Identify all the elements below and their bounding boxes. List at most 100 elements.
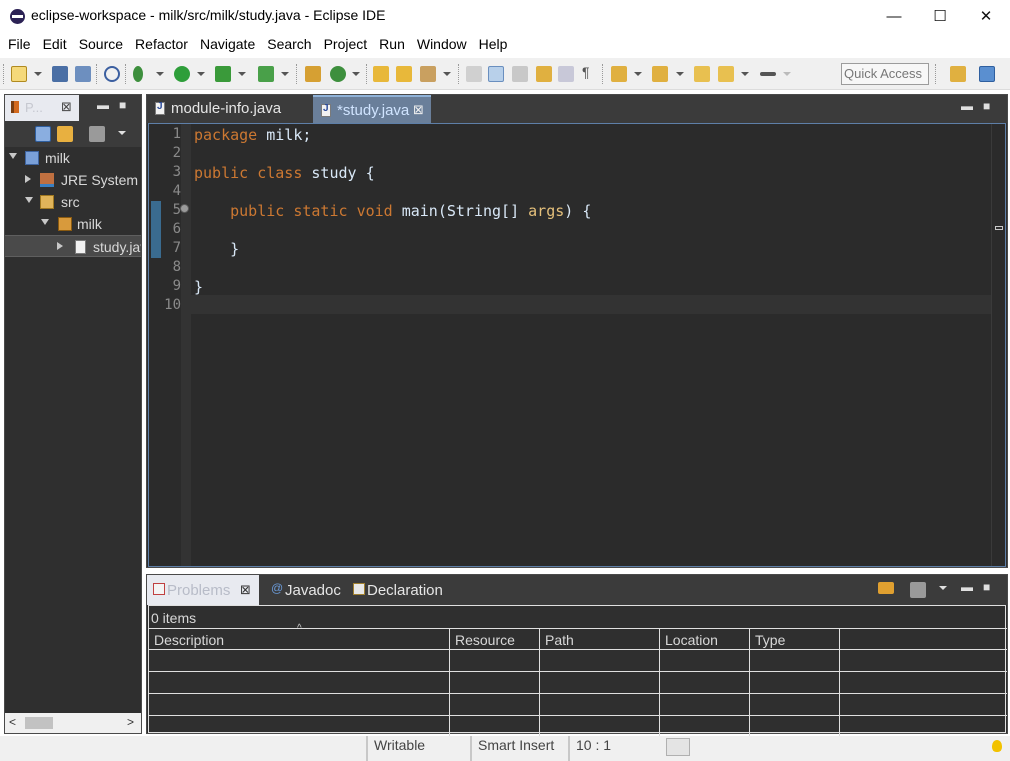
column-type[interactable]: Type [750,628,840,650]
open-type-icon[interactable] [373,66,389,82]
menu-source[interactable]: Source [73,36,129,52]
minimize-button[interactable]: — [871,0,917,32]
quick-access-input[interactable]: Quick Access [841,63,929,85]
scrollbar-thumb[interactable] [25,717,53,729]
close-window-button[interactable]: ✕ [963,0,1009,32]
forward-icon[interactable] [760,72,776,76]
code-text-area[interactable]: package milk; public class study { publi… [191,124,993,566]
view-menu-icon[interactable] [118,131,126,135]
collapse-arrow-icon[interactable] [57,242,63,250]
forward-dropdown-icon[interactable] [783,72,791,76]
collapse-all-icon[interactable] [35,126,51,142]
overview-marker[interactable] [995,226,1003,230]
open-perspective-icon[interactable] [950,66,966,82]
word-wrap-icon[interactable] [536,66,552,82]
external-tools-icon[interactable] [258,66,274,82]
new-java-class-icon[interactable] [330,66,346,82]
menu-edit[interactable]: Edit [37,36,73,52]
tree-item-project-milk[interactable]: milk [5,147,141,169]
run-icon[interactable] [174,66,190,82]
menu-run[interactable]: Run [373,36,411,52]
show-whitespace-icon[interactable] [558,66,574,82]
back-icon[interactable] [718,66,734,82]
overview-ruler[interactable] [991,124,1005,566]
minimize-view-icon[interactable]: ▬ [97,98,109,112]
new-java-project-icon[interactable] [305,66,321,82]
menu-window[interactable]: Window [411,36,473,52]
expand-arrow-icon[interactable] [9,153,17,159]
tab-declaration[interactable]: Declaration [347,575,457,605]
scroll-right-icon[interactable]: > [127,715,134,729]
column-description[interactable]: Description ^ [149,623,450,650]
debug-dropdown-icon[interactable] [156,72,164,76]
view-filters-icon[interactable] [89,126,105,142]
menu-search[interactable]: Search [261,36,317,52]
menu-file[interactable]: File [2,36,37,52]
fold-toggle-icon[interactable] [180,204,189,213]
new-dropdown-icon[interactable] [34,72,42,76]
status-cursor-position[interactable]: 10 : 1 [568,736,658,761]
menu-navigate[interactable]: Navigate [194,36,261,52]
tab-problems[interactable]: Problems ⊠ [147,575,259,605]
focus-icon[interactable] [878,582,894,594]
view-menu-icon[interactable] [939,586,947,590]
debug-icon[interactable] [133,66,143,82]
new-class-dropdown-icon[interactable] [352,72,360,76]
tab-study-java[interactable]: *study.java ⊠ [313,95,431,123]
view-filters-icon[interactable] [910,582,926,598]
expand-arrow-icon[interactable] [41,219,49,225]
next-annotation-icon[interactable] [611,66,627,82]
run-dropdown-icon[interactable] [197,72,205,76]
search-icon[interactable] [420,66,436,82]
menu-project[interactable]: Project [318,36,374,52]
build-progress-icon[interactable] [666,738,690,756]
close-tab-icon[interactable]: ⊠ [413,102,424,118]
close-tab-icon[interactable]: ⊠ [61,99,72,115]
save-icon[interactable] [52,66,68,82]
status-insert-mode[interactable]: Smart Insert [470,736,568,761]
coverage-dropdown-icon[interactable] [238,72,246,76]
tree-item-src[interactable]: src [5,191,141,213]
maximize-button[interactable]: ☐ [917,0,963,32]
minimize-view-icon[interactable]: ▬ [961,580,973,594]
minimize-editor-icon[interactable]: ▬ [961,99,973,113]
maximize-view-icon[interactable]: ■ [119,98,126,112]
scroll-left-icon[interactable]: < [9,715,16,729]
link-with-editor-icon[interactable] [57,126,73,142]
column-path[interactable]: Path [540,628,660,650]
menu-help[interactable]: Help [473,36,514,52]
coverage-icon[interactable] [215,66,231,82]
save-all-icon[interactable] [75,66,91,82]
column-resource[interactable]: Resource [450,628,540,650]
tree-item-jre-library[interactable]: JRE System Library [5,169,141,191]
open-task-icon[interactable] [396,66,412,82]
close-tab-icon[interactable]: ⊠ [240,582,251,598]
tree-item-package-milk[interactable]: milk [5,213,141,235]
tab-javadoc[interactable]: @ Javadoc [265,575,349,605]
toggle-breadcrumb-icon[interactable] [466,66,482,82]
next-annotation-dropdown-icon[interactable] [634,72,642,76]
maximize-view-icon[interactable]: ■ [983,580,990,594]
horizontal-scrollbar[interactable]: < > [5,713,141,733]
column-location[interactable]: Location [660,628,750,650]
new-icon[interactable] [11,66,27,82]
previous-annotation-dropdown-icon[interactable] [676,72,684,76]
block-selection-icon[interactable] [512,66,528,82]
mark-occurrences-icon[interactable] [488,66,504,82]
tab-module-info[interactable]: module-info.java [147,95,307,123]
expand-arrow-icon[interactable] [25,197,33,203]
pilcrow-icon[interactable]: ¶ [582,64,598,80]
back-dropdown-icon[interactable] [741,72,749,76]
code-editor[interactable]: 1 2 3 4 5 6 7 8 9 10 package milk; publi… [148,123,1006,567]
previous-annotation-icon[interactable] [652,66,668,82]
maximize-editor-icon[interactable]: ■ [983,99,990,113]
external-tools-dropdown-icon[interactable] [281,72,289,76]
skip-breakpoints-icon[interactable] [104,66,120,82]
search-dropdown-icon[interactable] [443,72,451,76]
tree-item-study-java[interactable]: study.java [5,235,141,257]
last-edit-location-icon[interactable] [694,66,710,82]
menu-refactor[interactable]: Refactor [129,36,194,52]
java-perspective-icon[interactable] [979,66,995,82]
collapse-arrow-icon[interactable] [25,175,31,183]
tab-package-explorer[interactable]: P... ⊠ [5,95,79,121]
